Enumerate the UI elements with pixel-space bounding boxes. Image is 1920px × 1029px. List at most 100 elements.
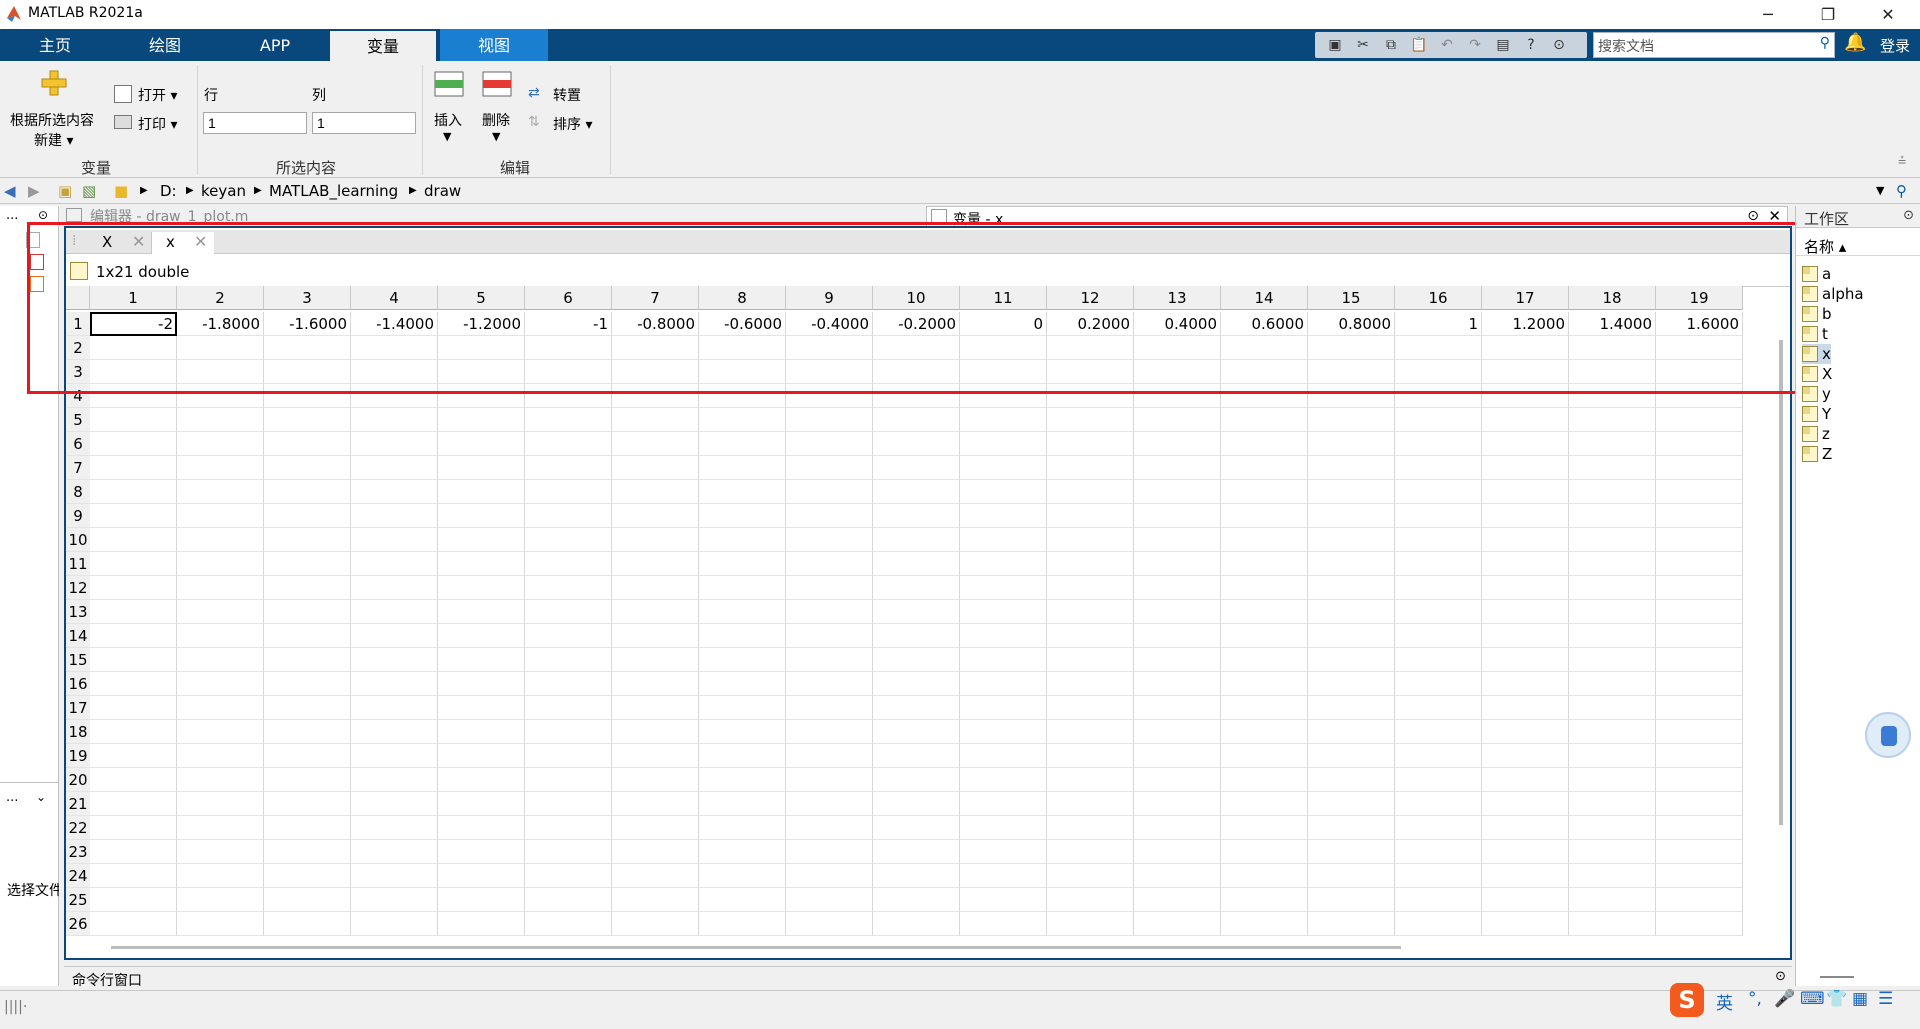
table-cell[interactable] (525, 552, 612, 576)
ime-language-toggle[interactable]: 英 (1716, 989, 1733, 1014)
notification-bell-icon[interactable]: 🔔 (1844, 32, 1866, 53)
row-header[interactable]: 22 (66, 816, 90, 840)
table-cell[interactable] (786, 912, 873, 936)
table-cell[interactable] (1221, 648, 1308, 672)
table-cell[interactable] (1482, 456, 1569, 480)
table-cell[interactable] (1308, 408, 1395, 432)
row-header[interactable]: 12 (66, 576, 90, 600)
table-cell[interactable] (612, 360, 699, 384)
table-cell[interactable]: 1.4000 (1569, 312, 1656, 336)
table-cell[interactable] (525, 816, 612, 840)
table-cell[interactable] (1395, 888, 1482, 912)
table-cell[interactable] (438, 672, 525, 696)
scrollbar-thumb[interactable] (111, 946, 1401, 949)
workspace-item-Y[interactable]: Y (1802, 404, 1831, 424)
table-cell[interactable] (438, 504, 525, 528)
table-cell[interactable] (177, 528, 264, 552)
table-cell[interactable]: -1.4000 (351, 312, 438, 336)
table-cell[interactable] (699, 408, 786, 432)
row-header[interactable]: 13 (66, 600, 90, 624)
table-cell[interactable] (1221, 624, 1308, 648)
table-cell[interactable] (351, 840, 438, 864)
table-cell[interactable] (1395, 840, 1482, 864)
tab-plots[interactable]: 绘图 (110, 29, 220, 61)
undo-icon[interactable]: ↶ (1437, 35, 1457, 55)
open-icon[interactable] (114, 85, 132, 103)
table-cell[interactable] (1656, 360, 1743, 384)
table-cell[interactable] (1656, 456, 1743, 480)
table-cell[interactable] (1308, 672, 1395, 696)
resize-handle[interactable] (1820, 976, 1854, 978)
toolbox-icon[interactable]: ▦ (1852, 989, 1868, 1009)
table-cell[interactable] (1221, 408, 1308, 432)
table-cell[interactable] (177, 768, 264, 792)
table-cell[interactable] (1656, 720, 1743, 744)
table-cell[interactable] (1569, 360, 1656, 384)
table-cell[interactable] (1134, 456, 1221, 480)
table-cell[interactable] (960, 816, 1047, 840)
table-cell[interactable] (786, 768, 873, 792)
table-cell[interactable] (873, 648, 960, 672)
table-cell[interactable] (699, 432, 786, 456)
table-cell[interactable] (786, 744, 873, 768)
table-cell[interactable] (1395, 432, 1482, 456)
table-cell[interactable] (1221, 720, 1308, 744)
table-cell[interactable] (1482, 336, 1569, 360)
table-cell[interactable] (1395, 576, 1482, 600)
search-documentation-input[interactable]: 搜索文档 ⚲ (1593, 32, 1835, 58)
table-cell[interactable] (1395, 744, 1482, 768)
table-cell[interactable] (177, 912, 264, 936)
table-cell[interactable] (351, 720, 438, 744)
workspace-item-x[interactable]: x (1802, 344, 1831, 364)
table-cell[interactable] (177, 600, 264, 624)
table-cell[interactable] (264, 480, 351, 504)
search-folder-icon[interactable]: ⚲ (1896, 182, 1907, 200)
table-cell[interactable] (438, 600, 525, 624)
table-cell[interactable] (264, 528, 351, 552)
table-cell[interactable] (873, 600, 960, 624)
path-dropdown-icon[interactable]: ▼ (1876, 184, 1884, 197)
table-cell[interactable] (1047, 840, 1134, 864)
table-cell[interactable] (525, 336, 612, 360)
table-cell[interactable] (1221, 672, 1308, 696)
workspace-item-alpha[interactable]: alpha (1802, 284, 1864, 304)
table-cell[interactable] (525, 696, 612, 720)
table-cell[interactable] (177, 336, 264, 360)
table-cell[interactable] (1047, 888, 1134, 912)
search-icon[interactable]: ⚲ (1820, 35, 1830, 51)
table-cell[interactable] (1656, 912, 1743, 936)
table-cell[interactable]: 1.2000 (1482, 312, 1569, 336)
table-cell[interactable] (264, 696, 351, 720)
row-header[interactable]: 19 (66, 744, 90, 768)
table-cell[interactable] (612, 432, 699, 456)
table-cell[interactable] (699, 624, 786, 648)
table-cell[interactable] (90, 336, 177, 360)
table-cell[interactable] (1047, 384, 1134, 408)
table-cell[interactable] (1482, 408, 1569, 432)
column-selection-input[interactable] (312, 112, 416, 134)
table-cell[interactable] (873, 432, 960, 456)
minimize-button[interactable]: ─ (1748, 2, 1788, 27)
close-tab-icon[interactable]: ✕ (194, 232, 207, 252)
table-cell[interactable] (1134, 720, 1221, 744)
table-cell[interactable] (351, 600, 438, 624)
table-cell[interactable] (1047, 912, 1134, 936)
table-cell[interactable] (1482, 864, 1569, 888)
table-cell[interactable] (873, 408, 960, 432)
delete-button[interactable]: 删除 (482, 110, 510, 130)
table-cell[interactable] (1047, 432, 1134, 456)
table-cell[interactable] (1308, 360, 1395, 384)
table-cell[interactable] (525, 480, 612, 504)
table-cell[interactable] (1569, 624, 1656, 648)
table-cell[interactable] (699, 336, 786, 360)
table-cell[interactable] (1047, 864, 1134, 888)
row-header[interactable]: 1 (66, 312, 90, 336)
table-cell[interactable] (1569, 840, 1656, 864)
table-cell[interactable] (1656, 672, 1743, 696)
table-cell[interactable] (90, 792, 177, 816)
table-cell[interactable] (873, 360, 960, 384)
table-cell[interactable] (1482, 696, 1569, 720)
table-cell[interactable]: 0.2000 (1047, 312, 1134, 336)
table-cell[interactable] (264, 552, 351, 576)
table-cell[interactable] (786, 456, 873, 480)
